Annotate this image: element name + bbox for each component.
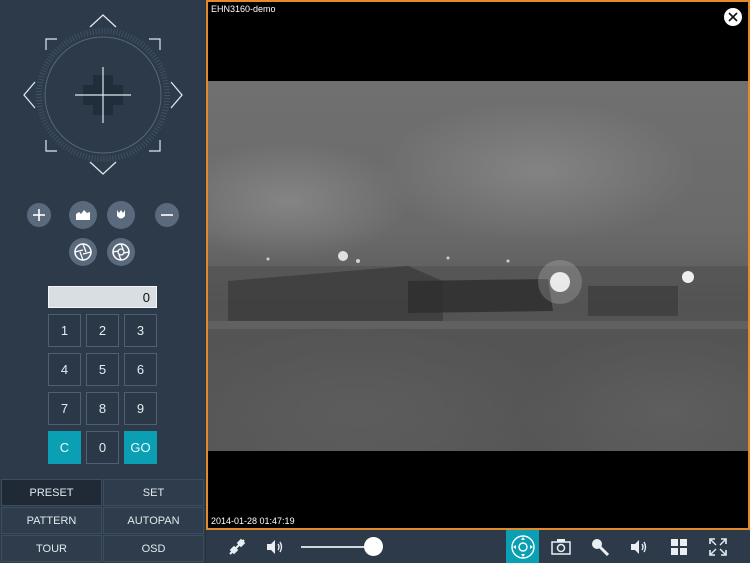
pattern-tab[interactable]: PATTERN	[1, 507, 102, 534]
zoom-out-button[interactable]	[155, 203, 179, 227]
grid-layout-icon[interactable]	[667, 535, 691, 559]
timestamp-overlay: 2014-01-28 01:47:19	[211, 516, 295, 526]
camera-feed-image	[208, 81, 748, 451]
audio-icon[interactable]	[627, 535, 651, 559]
camera-name-label: EHN3160-demo	[211, 4, 276, 14]
video-view[interactable]: EHN3160-demo 2014-01-28 01:47:19	[206, 0, 750, 530]
clear-button[interactable]: C	[48, 431, 81, 464]
autopan-tab[interactable]: AUTOPAN	[103, 507, 204, 534]
preset-number-display: 0	[48, 286, 157, 308]
bottom-toolbar	[206, 530, 750, 563]
close-icon[interactable]	[724, 8, 742, 26]
focus-near-button[interactable]	[107, 201, 135, 229]
flower-icon	[117, 210, 125, 219]
set-tab[interactable]: SET	[103, 479, 204, 506]
key-4[interactable]: 4	[48, 353, 81, 386]
key-6[interactable]: 6	[124, 353, 157, 386]
key-3[interactable]: 3	[124, 314, 157, 347]
iris-close-button[interactable]	[107, 238, 135, 266]
fullscreen-icon[interactable]	[706, 535, 730, 559]
aperture-icon	[112, 243, 130, 261]
iris-open-button[interactable]	[69, 238, 97, 266]
connection-icon[interactable]	[225, 535, 249, 559]
key-8[interactable]: 8	[86, 392, 119, 425]
go-button[interactable]: GO	[124, 431, 157, 464]
aperture-icon	[74, 243, 92, 261]
mountain-icon	[76, 210, 90, 220]
tour-tab[interactable]: TOUR	[1, 535, 102, 562]
osd-tab[interactable]: OSD	[103, 535, 204, 562]
preset-tab[interactable]: PRESET	[1, 479, 102, 506]
snapshot-icon[interactable]	[549, 535, 573, 559]
volume-slider-track[interactable]	[301, 546, 373, 548]
control-panel: 0 1 2 3 4 5 6 7 8 9 C 0 GO PRESET SET PA…	[0, 0, 205, 563]
microphone-icon[interactable]	[588, 535, 612, 559]
plus-icon	[33, 209, 45, 221]
minus-icon	[161, 214, 173, 216]
key-7[interactable]: 7	[48, 392, 81, 425]
key-5[interactable]: 5	[86, 353, 119, 386]
speaker-icon[interactable]	[263, 535, 287, 559]
app-root: 0 1 2 3 4 5 6 7 8 9 C 0 GO PRESET SET PA…	[0, 0, 750, 563]
key-9[interactable]: 9	[124, 392, 157, 425]
key-0[interactable]: 0	[86, 431, 119, 464]
key-1[interactable]: 1	[48, 314, 81, 347]
key-2[interactable]: 2	[86, 314, 119, 347]
mode-buttons: PRESET SET PATTERN AUTOPAN TOUR OSD	[0, 479, 205, 563]
focus-far-button[interactable]	[69, 201, 97, 229]
volume-slider-thumb[interactable]	[363, 537, 383, 556]
ptz-joystick[interactable]	[20, 12, 186, 178]
zoom-in-button[interactable]	[27, 203, 51, 227]
ptz-control-icon[interactable]	[506, 530, 539, 563]
